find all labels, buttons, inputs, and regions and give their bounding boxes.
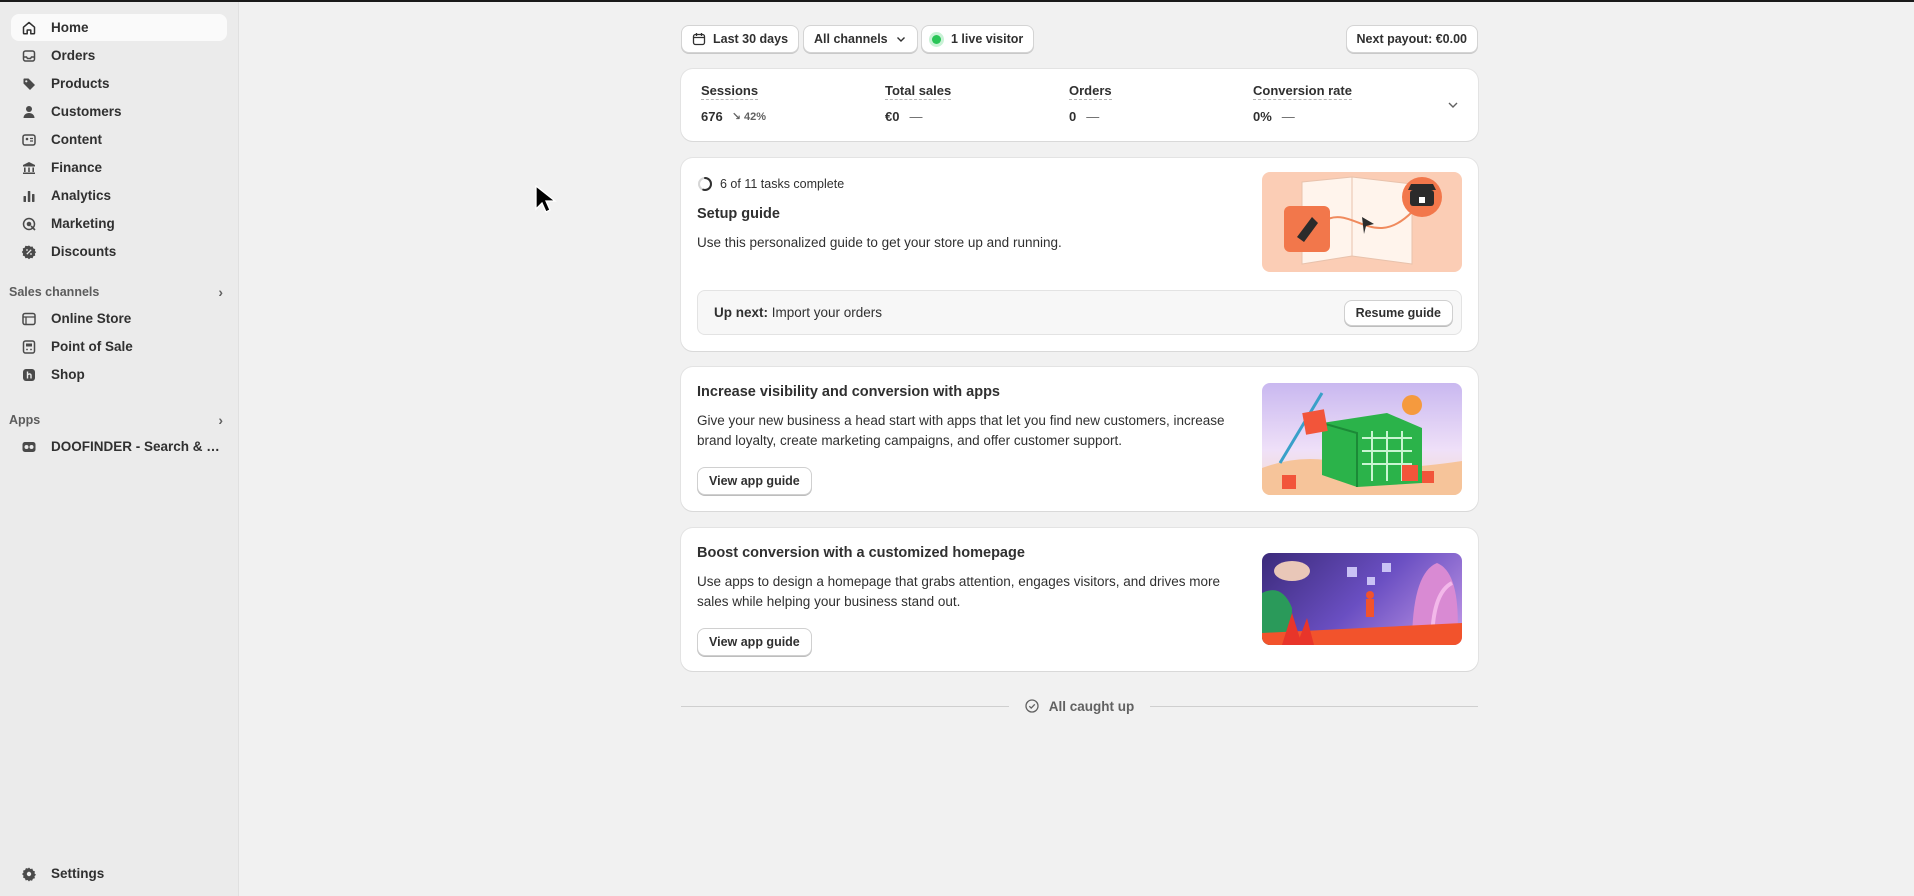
sidebar-item-shop[interactable]: Shop xyxy=(11,361,227,388)
check-circle-icon xyxy=(1025,699,1039,713)
sidebar: Home Orders Products Customers Content F… xyxy=(0,2,239,896)
metric-sessions[interactable]: Sessions 676 ↘ 42% xyxy=(701,83,766,124)
sidebar-item-finance[interactable]: Finance xyxy=(11,154,227,181)
calendar-icon xyxy=(692,32,706,46)
setup-guide-title: Setup guide xyxy=(697,206,780,222)
sidebar-item-orders[interactable]: Orders xyxy=(11,42,227,69)
top-bar xyxy=(0,0,1914,2)
metrics-card: Sessions 676 ↘ 42% Total sales €0— Orders… xyxy=(681,69,1478,141)
sidebar-item-discounts[interactable]: Discounts xyxy=(11,238,227,265)
divider xyxy=(1150,705,1478,707)
live-status-dot xyxy=(932,34,941,44)
all-caught-up: All caught up xyxy=(681,696,1478,716)
sidebar-item-label: Analytics xyxy=(51,188,112,203)
sidebar-item-settings[interactable]: Settings xyxy=(11,860,227,887)
sidebar-item-products[interactable]: Products xyxy=(11,70,227,97)
metric-total-sales[interactable]: Total sales €0— xyxy=(885,83,952,124)
sidebar-item-label: Settings xyxy=(51,866,105,881)
home-icon xyxy=(21,20,37,36)
view-app-guide-button[interactable]: View app guide xyxy=(697,467,812,495)
store-icon xyxy=(21,311,37,327)
sidebar-item-label: Marketing xyxy=(51,216,115,231)
person-icon xyxy=(21,104,37,120)
sidebar-item-label: Home xyxy=(51,20,89,35)
expand-metrics-chevron-icon[interactable] xyxy=(1446,98,1460,115)
tag-icon xyxy=(21,76,37,92)
setup-guide-description: Use this personalized guide to get your … xyxy=(697,235,1062,250)
bar-chart-icon xyxy=(21,188,37,204)
discount-icon xyxy=(21,244,37,260)
sidebar-item-label: Point of Sale xyxy=(51,339,133,354)
sales-channels-heading[interactable]: Sales channels › xyxy=(9,282,227,302)
sidebar-item-label: DOOFINDER - Search & Di... xyxy=(51,439,227,454)
sidebar-item-label: Customers xyxy=(51,104,122,119)
next-payout-button[interactable]: Next payout: €0.00 xyxy=(1345,25,1478,53)
resume-guide-button[interactable]: Resume guide xyxy=(1343,299,1453,326)
progress-ring-icon xyxy=(698,177,712,191)
sidebar-item-analytics[interactable]: Analytics xyxy=(11,182,227,209)
doofinder-icon xyxy=(21,439,37,455)
sidebar-item-home[interactable]: Home xyxy=(11,14,227,41)
homepage-garden-illustration xyxy=(1262,553,1462,645)
setup-map-illustration xyxy=(1262,172,1462,272)
sidebar-item-point-of-sale[interactable]: Point of Sale xyxy=(11,333,227,360)
divider xyxy=(681,705,1009,707)
apps-promo-card: Increase visibility and conversion with … xyxy=(681,367,1478,511)
live-visitor-button[interactable]: 1 live visitor xyxy=(921,25,1035,53)
sidebar-item-label: Discounts xyxy=(51,244,117,259)
channels-dropdown[interactable]: All channels xyxy=(803,25,918,53)
homepage-promo-card: Boost conversion with a customized homep… xyxy=(681,528,1478,671)
up-next-row: Up next: Import your orders Resume guide xyxy=(697,290,1462,335)
chevron-right-icon: › xyxy=(218,284,223,300)
view-app-guide-button[interactable]: View app guide xyxy=(697,628,812,656)
apps-building-illustration xyxy=(1262,383,1462,495)
inbox-icon xyxy=(21,48,37,64)
bank-icon xyxy=(21,160,37,176)
sidebar-item-online-store[interactable]: Online Store xyxy=(11,305,227,332)
mouse-cursor-icon xyxy=(535,185,557,213)
apps-card-description: Give your new business a head start with… xyxy=(697,413,1225,448)
date-range-button[interactable]: Last 30 days xyxy=(681,25,800,53)
content-icon xyxy=(21,132,37,148)
apps-card-title: Increase visibility and conversion with … xyxy=(697,384,1000,400)
homepage-card-title: Boost conversion with a customized homep… xyxy=(697,545,1025,561)
setup-guide-card: 6 of 11 tasks complete Setup guide Use t… xyxy=(681,158,1478,351)
shop-icon xyxy=(21,367,37,383)
sidebar-item-marketing[interactable]: Marketing xyxy=(11,210,227,237)
sidebar-item-label: Products xyxy=(51,76,110,91)
chevron-down-icon xyxy=(895,33,907,45)
target-icon xyxy=(21,216,37,232)
trend-down-delta: ↘ 42% xyxy=(731,111,766,123)
sidebar-item-label: Content xyxy=(51,132,102,147)
metric-orders[interactable]: Orders 0— xyxy=(1069,83,1112,124)
pos-icon xyxy=(21,339,37,355)
sidebar-item-label: Online Store xyxy=(51,311,132,326)
sidebar-item-customers[interactable]: Customers xyxy=(11,98,227,125)
sidebar-item-label: Finance xyxy=(51,160,103,175)
setup-progress: 6 of 11 tasks complete xyxy=(697,176,844,192)
apps-heading[interactable]: Apps › xyxy=(9,410,227,430)
gear-icon xyxy=(21,866,37,882)
sidebar-item-doofinder[interactable]: DOOFINDER - Search & Di... xyxy=(11,433,227,460)
chevron-right-icon: › xyxy=(218,412,223,428)
sidebar-item-content[interactable]: Content xyxy=(11,126,227,153)
sidebar-item-label: Shop xyxy=(51,367,85,382)
up-next-task: Import your orders xyxy=(771,305,883,320)
homepage-card-description: Use apps to design a homepage that grabs… xyxy=(697,574,1221,609)
metric-conversion-rate[interactable]: Conversion rate 0% — xyxy=(1253,83,1352,124)
sidebar-item-label: Orders xyxy=(51,48,96,63)
